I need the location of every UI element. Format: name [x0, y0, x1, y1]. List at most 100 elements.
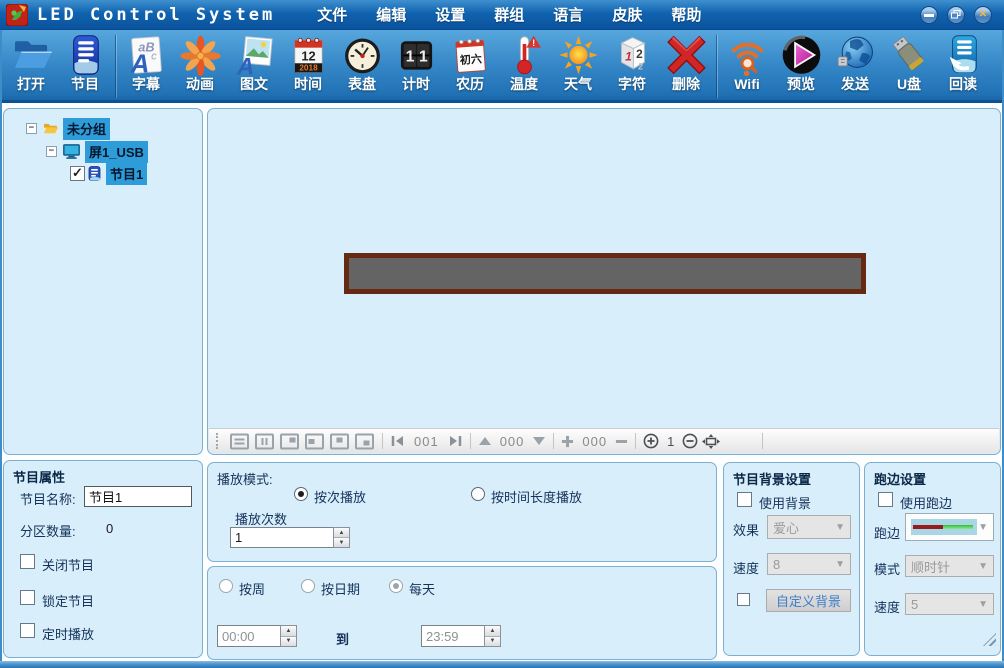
play-mode-panel: 播放模式: 按次播放 按时间长度播放 播放次数 ▲▼: [207, 462, 717, 562]
spin-down-button[interactable]: ▼: [334, 538, 349, 547]
expander-icon[interactable]: −: [46, 146, 57, 157]
by-date-label: 按日期: [321, 579, 360, 598]
toolbar-clockface-button[interactable]: 表盘: [335, 33, 389, 92]
previous-page-button[interactable]: [390, 434, 406, 448]
align-top-button[interactable]: [279, 433, 300, 450]
play-by-count-radio[interactable]: [294, 487, 308, 501]
menu-edit[interactable]: 编辑: [376, 4, 406, 25]
menu-file[interactable]: 文件: [317, 4, 347, 25]
to-label: 到: [336, 629, 349, 648]
chevron-down-icon: ▼: [978, 522, 988, 533]
preview-play-icon: [779, 33, 824, 77]
toolbar-character-button[interactable]: 122 字符: [605, 33, 659, 92]
align-columns-button[interactable]: [254, 433, 275, 450]
toolbar-send-button[interactable]: 发送: [828, 33, 882, 92]
play-count-label: 播放次数: [235, 509, 287, 528]
expander-icon[interactable]: −: [26, 123, 37, 134]
custom-background-button[interactable]: 自定义背景: [766, 589, 851, 612]
spin-up-button: ▲: [281, 626, 296, 637]
toolbar-imagetext-button[interactable]: A 图文: [227, 33, 281, 92]
align-rows-button[interactable]: [229, 433, 250, 450]
send-globe-icon: [833, 33, 878, 77]
svg-text:2: 2: [636, 47, 643, 61]
zoom-in-button[interactable]: [643, 433, 659, 449]
align-left-button[interactable]: [304, 433, 325, 450]
image-text-icon: A: [232, 33, 277, 77]
play-count-input[interactable]: [230, 527, 333, 548]
menu-group[interactable]: 群组: [494, 4, 524, 25]
toolbar-time-button[interactable]: 122018 时间: [281, 33, 335, 92]
toolbar-animation-button[interactable]: 动画: [173, 33, 227, 92]
toolbar-weather-button[interactable]: 天气: [551, 33, 605, 92]
toolbar-grip[interactable]: [216, 433, 221, 449]
close-program-checkbox[interactable]: [20, 554, 35, 569]
tree-item-screen[interactable]: − 屏1_USB: [46, 142, 148, 161]
use-border-checkbox[interactable]: [878, 492, 893, 507]
vertical-position-counter: 000: [500, 434, 525, 449]
spin-down-button: ▼: [281, 637, 296, 647]
align-center-button[interactable]: [329, 433, 350, 450]
lunar-calendar-icon: 初六: [448, 33, 493, 77]
open-folder-icon: [9, 33, 54, 77]
chevron-down-icon: ▼: [835, 559, 845, 570]
toolbar-open-button[interactable]: 打开: [4, 33, 58, 92]
increase-button[interactable]: [561, 435, 574, 448]
toolbar-timer-button[interactable]: 11 计时: [389, 33, 443, 92]
toolbar-preview-button[interactable]: 预览: [774, 33, 828, 92]
lock-program-checkbox[interactable]: [20, 590, 35, 605]
use-background-checkbox[interactable]: [737, 492, 752, 507]
svg-text:c: c: [151, 51, 157, 63]
tree-item-group[interactable]: − 未分组: [26, 119, 110, 138]
resize-grip[interactable]: [983, 633, 996, 646]
by-date-radio[interactable]: [301, 579, 315, 593]
by-week-label: 按周: [239, 579, 265, 598]
custom-background-checkbox[interactable]: [737, 593, 750, 606]
toolbar-program-button[interactable]: 节目: [58, 33, 112, 92]
play-by-duration-radio[interactable]: [471, 487, 485, 501]
border-style-select[interactable]: ▼: [905, 513, 994, 541]
restore-button[interactable]: [947, 6, 965, 24]
menu-settings[interactable]: 设置: [435, 4, 465, 25]
zoom-out-button[interactable]: [682, 433, 698, 449]
spin-up-button[interactable]: ▲: [334, 528, 349, 538]
wifi-search-icon: [725, 33, 770, 77]
menu-language[interactable]: 语言: [553, 4, 583, 25]
by-week-radio[interactable]: [219, 579, 233, 593]
toolbar-usb-button[interactable]: U盘: [882, 33, 936, 92]
delete-x-icon: [664, 33, 709, 77]
toolbar-readback-button[interactable]: 回读: [936, 33, 990, 92]
toolbar-delete-button[interactable]: 删除: [659, 33, 713, 92]
toolbar-lunar-button[interactable]: 初六 农历: [443, 33, 497, 92]
use-background-label: 使用背景: [759, 493, 811, 512]
program-checkbox[interactable]: [70, 166, 85, 181]
menu-help[interactable]: 帮助: [671, 4, 701, 25]
toolbar-subtitle-button[interactable]: aBcA 字幕: [119, 33, 173, 92]
close-button[interactable]: ✕: [974, 6, 992, 24]
fit-to-screen-button[interactable]: [702, 434, 720, 449]
program-properties-panel: 节目属性 节目名称: 分区数量: 0 关闭节目 锁定节目 定时播放: [3, 460, 203, 658]
daily-radio[interactable]: [389, 579, 403, 593]
program-name-input[interactable]: [84, 486, 192, 507]
svg-text:1: 1: [419, 48, 428, 65]
bg-speed-select: 8▼: [767, 553, 851, 575]
menu-skin[interactable]: 皮肤: [612, 4, 642, 25]
move-up-button[interactable]: [478, 436, 492, 446]
animation-icon: [178, 33, 223, 77]
bg-speed-label: 速度: [733, 558, 759, 577]
toolbar-wifi-button[interactable]: Wifi: [720, 33, 774, 92]
play-mode-label: 播放模式:: [217, 469, 273, 488]
toolbar-temperature-button[interactable]: ! 温度: [497, 33, 551, 92]
timed-play-label: 定时播放: [42, 624, 94, 643]
next-page-button[interactable]: [447, 434, 463, 448]
minimize-button[interactable]: ▬: [920, 6, 938, 24]
tree-item-program[interactable]: 节目1: [70, 164, 147, 183]
chevron-down-icon: ▼: [978, 599, 988, 610]
led-display-region[interactable]: [344, 253, 866, 294]
timed-play-checkbox[interactable]: [20, 623, 35, 638]
decrease-button[interactable]: [615, 435, 628, 448]
start-time-spinner: ▲▼: [217, 625, 297, 647]
move-down-button[interactable]: [532, 436, 546, 446]
align-bottom-button[interactable]: [354, 433, 375, 450]
lock-program-label: 锁定节目: [42, 591, 94, 610]
schedule-panel: 按周 按日期 每天 ▲▼ 到 ▲▼: [207, 566, 717, 660]
